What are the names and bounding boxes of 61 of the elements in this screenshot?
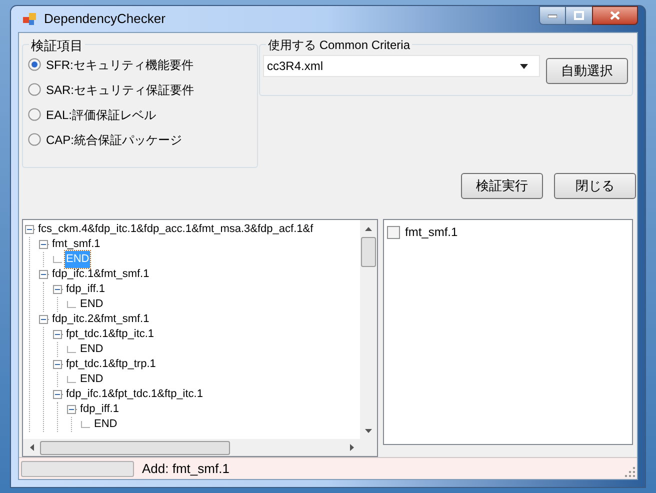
- tree-connector-icon: [67, 301, 76, 308]
- tree-connector-icon: [67, 376, 76, 383]
- auto-select-button[interactable]: 自動選択: [546, 58, 628, 84]
- scroll-right-icon: [350, 444, 354, 451]
- scroll-up-icon: [365, 226, 372, 230]
- radio-button[interactable]: [28, 108, 41, 121]
- dropdown-arrow-icon: [520, 64, 528, 68]
- horizontal-scrollbar[interactable]: [23, 439, 377, 456]
- resize-grip-icon: [625, 467, 635, 477]
- tree-node[interactable]: fdp_ifc.1&fmt_smf.1: [51, 266, 150, 283]
- radio-option[interactable]: CAP:統合保証パッケージ: [28, 130, 257, 149]
- tree-node[interactable]: END: [93, 416, 118, 433]
- checkbox[interactable]: [387, 226, 400, 238]
- minimize-icon: [548, 14, 557, 18]
- radio-option[interactable]: EAL:評価保証レベル: [28, 105, 257, 124]
- vertical-scrollbar[interactable]: [360, 220, 377, 439]
- group-title: 検証項目: [29, 36, 85, 56]
- collapse-icon[interactable]: [67, 405, 78, 414]
- check-list-item[interactable]: fmt_smf.1: [387, 223, 629, 241]
- collapse-icon[interactable]: [53, 360, 64, 369]
- collapse-icon[interactable]: [25, 225, 36, 234]
- tree-connector-icon: [67, 346, 76, 353]
- collapse-icon[interactable]: [39, 240, 50, 249]
- maximize-icon: [574, 11, 584, 20]
- collapse-icon[interactable]: [39, 315, 50, 324]
- radio-button[interactable]: [28, 83, 41, 96]
- radio-button[interactable]: [28, 58, 41, 71]
- collapse-icon[interactable]: [53, 330, 64, 339]
- minimize-button[interactable]: [539, 6, 566, 25]
- scroll-down-icon: [365, 428, 372, 432]
- radio-button[interactable]: [28, 133, 41, 146]
- scroll-left-icon: [30, 444, 34, 451]
- window-title: DependencyChecker: [44, 10, 166, 28]
- tree-connector-icon: [53, 256, 62, 263]
- tree-node[interactable]: END: [79, 296, 104, 313]
- scroll-thumb[interactable]: [361, 237, 376, 267]
- close-dialog-button[interactable]: 閉じる: [554, 173, 636, 199]
- maximize-button[interactable]: [566, 6, 592, 25]
- close-button[interactable]: [592, 6, 638, 25]
- collapse-icon[interactable]: [53, 285, 64, 294]
- scroll-thumb[interactable]: [40, 440, 230, 454]
- tree-node[interactable]: fcs_ckm.4&fdp_itc.1&fdp_acc.1&fmt_msa.3&fdp_acf.1&f: [37, 221, 314, 238]
- run-check-button[interactable]: 検証実行: [461, 173, 543, 199]
- app-icon: [22, 11, 38, 27]
- status-text: Add: fmt_smf.1: [142, 460, 230, 478]
- close-icon: [610, 11, 620, 20]
- criteria-dropdown[interactable]: cc3R4.xml: [263, 55, 540, 77]
- collapse-icon[interactable]: [53, 390, 64, 399]
- tree-node[interactable]: END: [79, 341, 104, 358]
- tree-node[interactable]: fpt_tdc.1&ftp_itc.1: [65, 326, 156, 343]
- tree-node[interactable]: fdp_iff.1: [79, 401, 120, 418]
- collapse-icon[interactable]: [39, 270, 50, 279]
- tree-node[interactable]: fdp_iff.1: [65, 281, 106, 298]
- radio-option[interactable]: SAR:セキュリティ保証要件: [28, 80, 257, 99]
- tree-node[interactable]: fpt_tdc.1&ftp_trp.1: [65, 356, 157, 373]
- radio-option[interactable]: SFR:セキュリティ機能要件: [28, 55, 257, 74]
- tree-node[interactable]: fdp_ifc.1&fpt_tdc.1&ftp_itc.1: [65, 386, 204, 403]
- tree-connector-icon: [81, 421, 90, 428]
- tree-node[interactable]: END: [79, 371, 104, 388]
- tree-node[interactable]: fmt_smf.1: [51, 236, 102, 253]
- tree-node[interactable]: fdp_itc.2&fmt_smf.1: [51, 311, 150, 328]
